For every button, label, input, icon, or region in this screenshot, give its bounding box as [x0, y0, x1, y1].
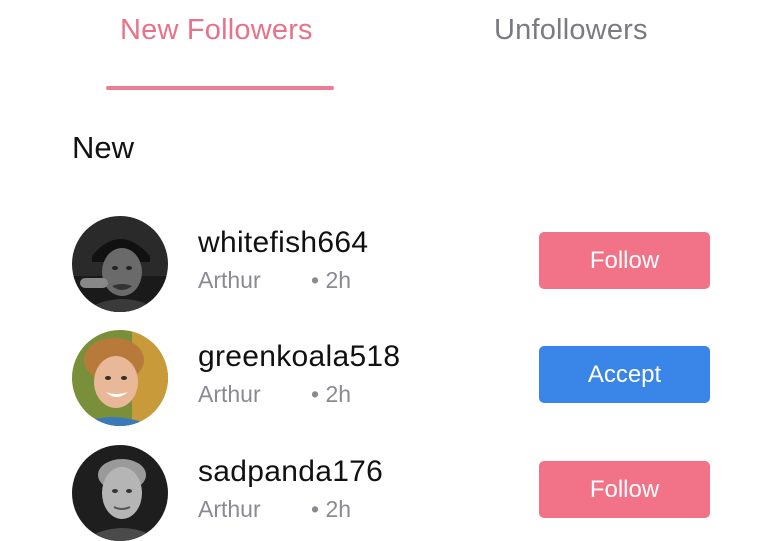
active-tab-indicator: [106, 86, 334, 90]
avatar-photo-man-hat: [72, 216, 168, 312]
accept-button[interactable]: Accept: [539, 346, 710, 403]
follow-button[interactable]: Follow: [539, 461, 710, 518]
tab-unfollowers[interactable]: Unfollowers: [494, 14, 648, 47]
username[interactable]: whitefish664: [198, 226, 368, 260]
avatar[interactable]: [72, 445, 168, 541]
follower-row: sadpanda176 Arthur • 2h Follow: [0, 445, 779, 541]
time-ago: • 2h: [311, 496, 352, 522]
avatar-photo-woman-smiling: [72, 330, 168, 426]
section-title: New: [72, 130, 135, 165]
avatar-photo-old-man: [72, 445, 168, 541]
follower-meta: Arthur • 2h: [198, 496, 351, 523]
display-name: Arthur: [198, 496, 261, 522]
avatar[interactable]: [72, 216, 168, 312]
display-name: Arthur: [198, 381, 261, 407]
follow-button[interactable]: Follow: [539, 232, 710, 289]
follower-row: greenkoala518 Arthur • 2h Accept: [0, 330, 779, 430]
follower-meta: Arthur • 2h: [198, 381, 351, 408]
tab-new-followers[interactable]: New Followers: [120, 14, 313, 47]
time-ago: • 2h: [311, 267, 352, 293]
display-name: Arthur: [198, 267, 261, 293]
username[interactable]: greenkoala518: [198, 340, 400, 374]
follower-meta: Arthur • 2h: [198, 267, 351, 294]
username[interactable]: sadpanda176: [198, 455, 383, 489]
time-ago: • 2h: [311, 381, 352, 407]
avatar[interactable]: [72, 330, 168, 426]
follower-row: whitefish664 Arthur • 2h Follow: [0, 216, 779, 316]
followers-screen: New Followers Unfollowers New whitefish6…: [0, 0, 779, 541]
